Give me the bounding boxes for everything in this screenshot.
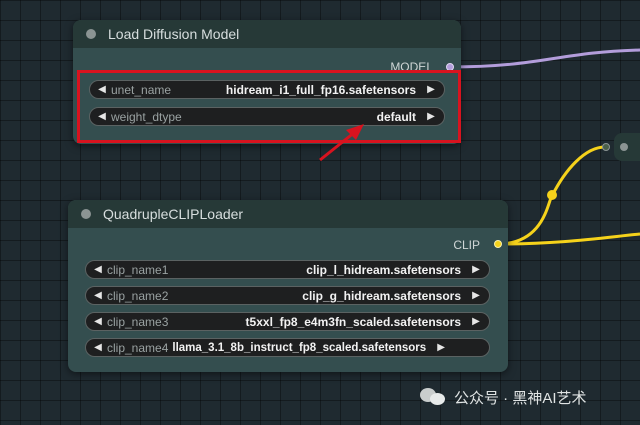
widget-value: llama_3.1_8b_instruct_fp8_scaled.safeten…: [172, 341, 427, 354]
left-arrow-icon[interactable]: ◀: [91, 290, 105, 301]
left-arrow-icon[interactable]: ◀: [91, 264, 105, 275]
widget-value: t5xxl_fp8_e4m3fn_scaled.safetensors: [245, 314, 461, 329]
clip-output-label: CLIP: [453, 238, 480, 252]
clip-name3-widget[interactable]: ◀ clip_name3 t5xxl_fp8_e4m3fn_scaled.saf…: [85, 312, 490, 331]
wechat-icon: [420, 386, 448, 408]
node-title-bar[interactable]: QuadrupleCLIPLoader: [68, 200, 508, 228]
widget-label: clip_name1: [107, 262, 169, 277]
left-arrow-icon[interactable]: ◀: [91, 316, 105, 327]
collapse-dot-icon[interactable]: [81, 209, 91, 219]
clip-name1-widget[interactable]: ◀ clip_name1 clip_l_hidream.safetensors …: [85, 260, 490, 279]
quadruple-clip-loader-node[interactable]: QuadrupleCLIPLoader CLIP ◀ clip_name1 cl…: [68, 200, 508, 372]
clip-name2-widget[interactable]: ◀ clip_name2 clip_g_hidream.safetensors …: [85, 286, 490, 305]
watermark: 公众号 · 黑神AI艺术: [420, 386, 587, 408]
widget-value: clip_g_hidream.safetensors: [302, 288, 461, 303]
watermark-text: 公众号 · 黑神AI艺术: [454, 389, 587, 407]
right-arrow-icon[interactable]: ▶: [469, 316, 483, 327]
widget-label: clip_name2: [107, 288, 169, 303]
right-arrow-icon[interactable]: ▶: [469, 290, 483, 301]
widget-label: clip_name3: [107, 314, 169, 329]
clip-name4-widget[interactable]: ◀ clip_name4 llama_3.1_8b_instruct_fp8_s…: [85, 338, 490, 357]
widget-value: clip_l_hidream.safetensors: [306, 262, 461, 277]
widget-label: clip_name4: [107, 340, 169, 355]
right-arrow-icon[interactable]: ▶: [469, 264, 483, 275]
clip-output-dot[interactable]: [494, 240, 502, 248]
right-arrow-icon[interactable]: ▶: [434, 342, 448, 353]
left-arrow-icon[interactable]: ◀: [91, 342, 105, 353]
node-title: QuadrupleCLIPLoader: [103, 206, 244, 222]
